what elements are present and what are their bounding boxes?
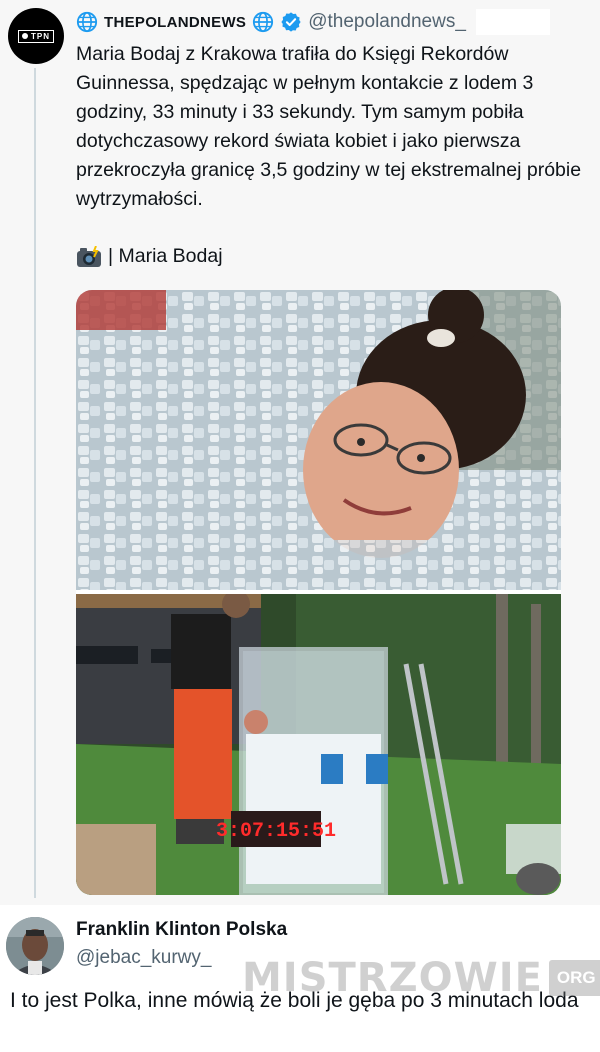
author-handle[interactable]: @thepolandnews_	[308, 11, 466, 33]
original-post: TPN THEPOLANDNEWS @thepolandnews_ Maria …	[0, 0, 600, 905]
camera-flash-icon	[77, 245, 101, 267]
globe-icon	[76, 11, 98, 33]
photo-ice-box-outdoor[interactable]: 3:07:15:51	[76, 594, 561, 895]
redacted-area	[475, 9, 550, 35]
tpn-logo: TPN	[18, 29, 54, 43]
reply-author-avatar[interactable]	[6, 917, 64, 975]
thread-connector	[34, 68, 36, 898]
reply-author-name[interactable]: Franklin Klinton Polska	[76, 919, 287, 941]
post-text: Maria Bodaj z Krakowa trafiła do Księgi …	[76, 43, 582, 210]
post-header: THEPOLANDNEWS @thepolandnews_	[76, 8, 550, 36]
photo-woman-in-ice[interactable]	[76, 290, 561, 590]
photo-credit: | Maria Bodaj	[76, 242, 223, 271]
author-avatar[interactable]: TPN	[8, 8, 64, 64]
reply-text: I to jest Polka, inne mówią że boli je g…	[10, 989, 579, 1012]
author-name[interactable]: THEPOLANDNEWS	[104, 14, 246, 31]
reply-author-handle[interactable]: @jebac_kurwy_	[76, 947, 211, 969]
globe-icon	[253, 11, 274, 33]
photo-credit-text: | Maria Bodaj	[108, 245, 223, 267]
reply-post: Franklin Klinton Polska @jebac_kurwy_ I …	[0, 905, 600, 1052]
media-grid[interactable]: 3:07:15:51	[76, 290, 561, 895]
timer-display: 3:07:15:51	[216, 820, 336, 843]
verified-badge-icon[interactable]	[280, 11, 302, 33]
